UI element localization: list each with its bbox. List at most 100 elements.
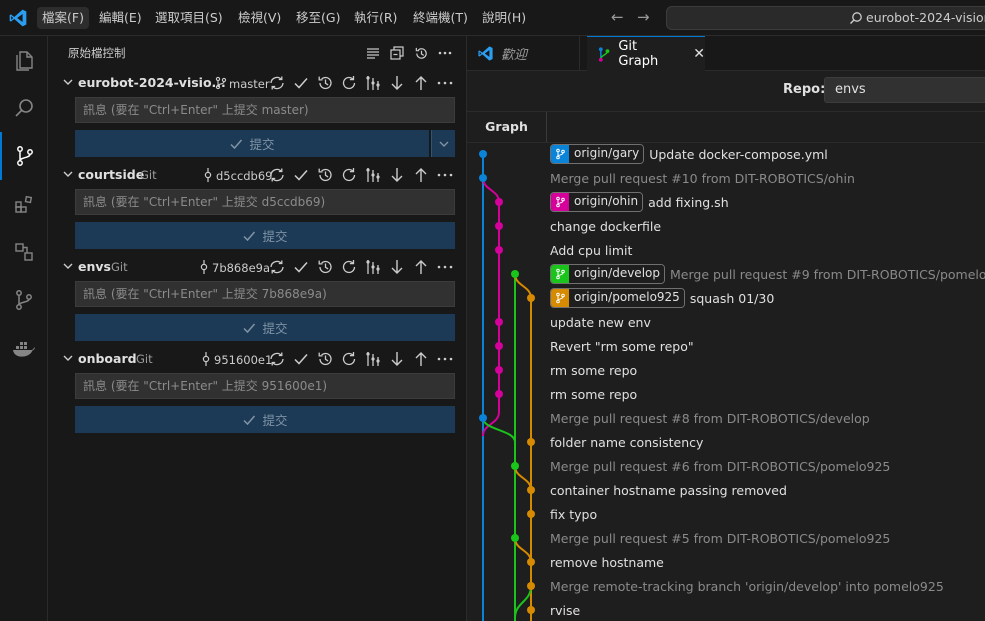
history-icon[interactable] [316, 74, 334, 92]
commit-node[interactable] [495, 222, 503, 230]
commit-node[interactable] [511, 270, 519, 278]
commit-node[interactable] [479, 150, 487, 158]
chevron-down-icon[interactable] [62, 260, 74, 272]
commit-button[interactable]: 提交 [75, 130, 429, 157]
commit-node[interactable] [527, 486, 535, 494]
commit-row[interactable]: Merge pull request #8 from DIT-ROBOTICS/… [550, 406, 870, 430]
command-center-search[interactable]: eurobot-2024-vision-r [666, 6, 985, 30]
check-icon[interactable] [292, 166, 310, 184]
graph-toggle-icon[interactable] [364, 74, 382, 92]
commit-node[interactable] [495, 198, 503, 206]
chevron-down-icon[interactable] [62, 352, 74, 364]
explorer-icon[interactable] [0, 36, 48, 84]
tab-git-graph[interactable]: Git Graph ✕ [587, 36, 705, 71]
commit-node[interactable] [511, 534, 519, 542]
extensions-icon[interactable] [0, 180, 48, 228]
commit-button[interactable]: 提交 [75, 314, 455, 341]
commit-row[interactable]: change dockerfile [550, 214, 661, 238]
close-tab-icon[interactable]: ✕ [693, 46, 705, 62]
commit-row[interactable]: Merge pull request #6 from DIT-ROBOTICS/… [550, 454, 890, 478]
commit-row[interactable]: rm some repo [550, 382, 637, 406]
commit-node[interactable] [527, 510, 535, 518]
commit-node[interactable] [495, 246, 503, 254]
commit-message-input[interactable]: 訊息 (要在 "Ctrl+Enter" 上提交 d5ccdb69) [75, 189, 455, 215]
commit-node[interactable] [479, 174, 487, 182]
refresh-icon[interactable] [340, 258, 358, 276]
commit-row[interactable]: origin/ohin add fixing.sh [550, 190, 729, 214]
branch-ref-label[interactable]: origin/develop [550, 264, 665, 284]
commit-node[interactable] [511, 462, 519, 470]
commit-row[interactable]: rm some repo [550, 358, 637, 382]
commit-node[interactable] [479, 414, 487, 422]
push-icon[interactable] [412, 258, 430, 276]
repo-header[interactable]: onboard Git 951600e1 [48, 348, 467, 370]
history-icon[interactable] [316, 166, 334, 184]
commit-row[interactable]: Merge remote-tracking branch 'origin/dev… [550, 574, 944, 598]
commit-row[interactable]: remove hostname [550, 550, 664, 574]
branch-ref-label[interactable]: origin/ohin [550, 192, 644, 212]
commit-button[interactable]: 提交 [75, 406, 455, 433]
commit-node[interactable] [527, 558, 535, 566]
commit-node[interactable] [527, 294, 535, 302]
commit-row[interactable]: update new env [550, 310, 651, 334]
pull-icon[interactable] [388, 74, 406, 92]
repo-select[interactable]: envs [824, 77, 985, 103]
commit-button[interactable]: 提交 [75, 222, 455, 249]
commit-row[interactable]: folder name consistency [550, 430, 703, 454]
branch-ref-label[interactable]: origin/pomelo925 [550, 288, 685, 308]
graph-column-header[interactable]: Graph [467, 112, 547, 142]
sync-icon[interactable] [268, 350, 286, 368]
more-actions-icon[interactable] [436, 258, 454, 276]
collapse-all-icon[interactable] [388, 44, 406, 62]
check-icon[interactable] [292, 258, 310, 276]
commit-row[interactable]: Merge pull request #10 from DIT-ROBOTICS… [550, 166, 855, 190]
branch-ref-label[interactable]: origin/gary [550, 144, 645, 164]
commit-row[interactable]: Add cpu limit [550, 238, 632, 262]
sync-icon[interactable] [268, 74, 286, 92]
commit-node[interactable] [527, 438, 535, 446]
menu-item[interactable]: 檢視(V) [233, 7, 286, 29]
menu-item[interactable]: 檔案(F) [37, 7, 89, 29]
refresh-icon[interactable] [340, 350, 358, 368]
pull-icon[interactable] [388, 166, 406, 184]
commit-row[interactable]: rvise [550, 598, 580, 621]
commit-row[interactable]: origin/gary Update docker-compose.yml [550, 142, 828, 166]
commit-row[interactable]: origin/pomelo925 squash 01/30 [550, 286, 774, 310]
refresh-icon[interactable] [340, 74, 358, 92]
chevron-down-icon[interactable] [62, 168, 74, 180]
forward-arrow-icon[interactable]: → [637, 8, 650, 26]
history-icon[interactable] [316, 258, 334, 276]
repo-header[interactable]: eurobot-2024-visio... master [48, 72, 467, 94]
menu-item[interactable]: 移至(G) [291, 7, 345, 29]
history-icon[interactable] [316, 350, 334, 368]
sync-icon[interactable] [268, 258, 286, 276]
commit-row[interactable]: Merge pull request #5 from DIT-ROBOTICS/… [550, 526, 890, 550]
repo-header[interactable]: envs Git 7b868e9a [48, 256, 467, 278]
menu-item[interactable]: 執行(R) [349, 7, 402, 29]
commit-node[interactable] [495, 390, 503, 398]
view-as-list-icon[interactable] [364, 44, 382, 62]
push-icon[interactable] [412, 74, 430, 92]
commit-message-input[interactable]: 訊息 (要在 "Ctrl+Enter" 上提交 master) [75, 97, 455, 123]
commit-node[interactable] [527, 606, 535, 614]
commit-node[interactable] [527, 582, 535, 590]
more-actions-icon[interactable] [436, 166, 454, 184]
commit-row[interactable]: fix typo [550, 502, 597, 526]
chevron-down-icon[interactable] [62, 76, 74, 88]
menu-item[interactable]: 終端機(T) [408, 7, 473, 29]
more-actions-icon[interactable] [436, 44, 454, 62]
commit-row[interactable]: origin/develop Merge pull request #9 from… [550, 262, 985, 286]
more-actions-icon[interactable] [436, 74, 454, 92]
graph-toggle-icon[interactable] [364, 258, 382, 276]
menu-item[interactable]: 選取項目(S) [150, 7, 228, 29]
commit-row[interactable]: container hostname passing removed [550, 478, 787, 502]
back-arrow-icon[interactable]: ← [611, 8, 624, 26]
commit-message-input[interactable]: 訊息 (要在 "Ctrl+Enter" 上提交 951600e1) [75, 373, 455, 399]
check-icon[interactable] [292, 350, 310, 368]
refresh-icon[interactable] [340, 166, 358, 184]
remote-explorer-icon[interactable] [0, 228, 48, 276]
commit-node[interactable] [495, 318, 503, 326]
push-icon[interactable] [412, 350, 430, 368]
branch-indicator[interactable]: d5ccdb69 [202, 168, 273, 183]
branch-indicator[interactable]: 7b868e9a [198, 260, 270, 275]
